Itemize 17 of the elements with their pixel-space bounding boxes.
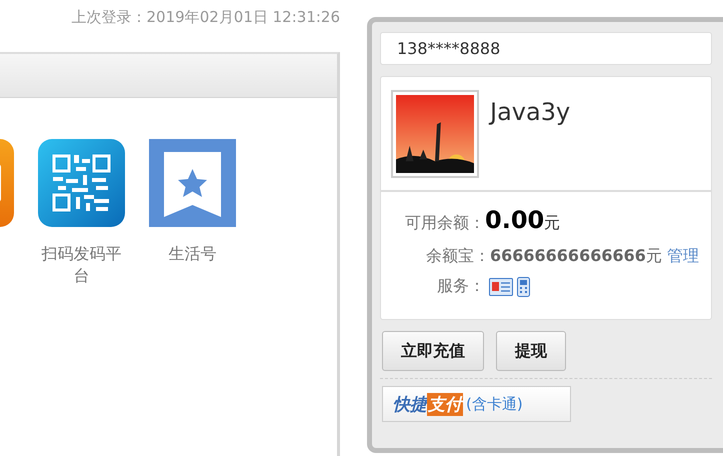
yuebao-amount: 66666666666666元 — [490, 246, 662, 265]
app-label[interactable]: 扫码发码平台 — [38, 243, 126, 287]
action-button[interactable]: 提现 — [496, 331, 566, 371]
qr-code-icon[interactable] — [38, 139, 125, 227]
balance-amount: 0.00元 — [485, 206, 560, 234]
app-label[interactable]: 生活号 — [148, 243, 236, 265]
balance-label: 可用余额： — [404, 213, 485, 234]
manage-link[interactable]: 管理 — [666, 246, 699, 265]
yuebao-label: 余额宝： — [426, 246, 490, 265]
account-phone: 138****8888 — [380, 32, 712, 65]
action-button[interactable]: 立即充值 — [382, 331, 484, 371]
last-login-text: 上次登录：2019年02月01日 12:31:26 — [70, 6, 340, 28]
id-card-icon[interactable] — [489, 278, 513, 296]
services-label: 服务： — [436, 276, 485, 297]
quick-pay-banner[interactable]: 快捷支付 (含卡通) — [382, 386, 571, 422]
account-name: Java3y — [490, 98, 570, 126]
phone-icon[interactable] — [517, 276, 530, 296]
